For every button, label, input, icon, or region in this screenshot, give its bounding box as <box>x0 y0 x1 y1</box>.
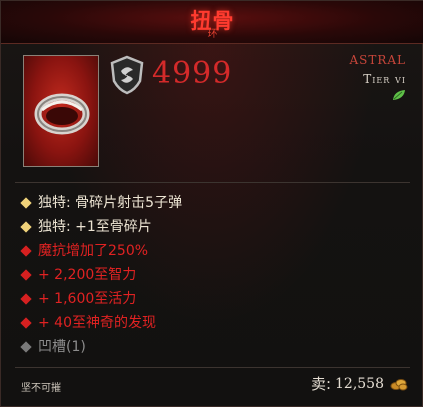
leaf-icon <box>393 90 405 100</box>
divider <box>15 367 410 368</box>
affix-magic: + 40至神奇的发现 <box>19 311 182 335</box>
title-bar: 扭骨 环 <box>1 1 423 44</box>
diamond-bullet-icon <box>20 340 32 353</box>
divider <box>15 182 410 183</box>
affix-socket: 凹槽(1) <box>19 335 182 359</box>
gold-coins-icon <box>390 378 408 390</box>
item-image <box>23 55 99 167</box>
diamond-bullet-icon <box>20 292 32 305</box>
diamond-bullet-icon <box>20 220 32 233</box>
diamond-bullet-icon <box>20 316 32 329</box>
sell-label: 卖: <box>310 375 331 393</box>
affix-magic: 魔抗增加了250% <box>19 239 182 263</box>
diamond-bullet-icon <box>20 196 32 209</box>
affix-unique: 独特: 骨碎片射击5子弹 <box>19 191 182 215</box>
armor-value: 4999 <box>152 56 233 91</box>
sell-value: 12,558 <box>335 375 384 392</box>
item-type: 环 <box>207 29 218 40</box>
item-tooltip: 扭骨 环 4999 ASTRAL Tier vi 独特: 骨碎片射击5子弹 独特… <box>0 0 423 407</box>
affix-unique: 独特: +1至骨碎片 <box>19 215 182 239</box>
tier-label: Tier vi <box>363 72 406 86</box>
diamond-bullet-icon <box>20 244 32 257</box>
affix-magic: + 1,600至活力 <box>19 287 182 311</box>
rarity-label: ASTRAL <box>349 53 406 67</box>
sell-price: 卖: 12,558 <box>311 373 408 394</box>
ring-icon <box>34 93 90 135</box>
diamond-bullet-icon <box>20 268 32 281</box>
indestructible-flag: 坚不可摧 <box>21 383 61 394</box>
affix-magic: + 2,200至智力 <box>19 263 182 287</box>
affix-list: 独特: 骨碎片射击5子弹 独特: +1至骨碎片 魔抗增加了250% + 2,20… <box>19 191 182 359</box>
armor-shield-icon <box>110 55 144 95</box>
